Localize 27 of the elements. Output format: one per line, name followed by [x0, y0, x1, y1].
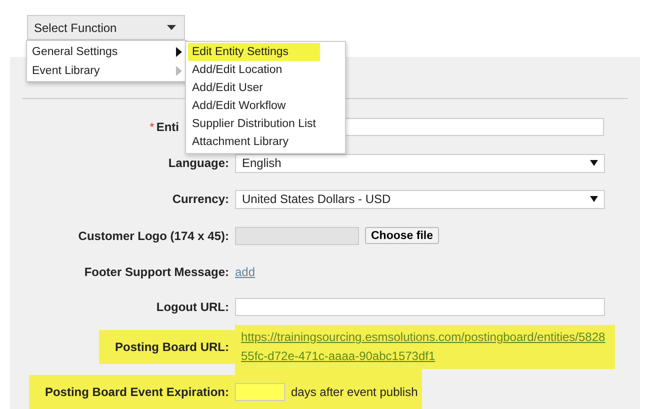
- number-field[interactable]: [235, 383, 285, 401]
- submenu-item[interactable]: Add/Edit Workflow: [188, 97, 343, 115]
- select-field[interactable]: United States Dollars - USD: [235, 190, 605, 208]
- submenu-item[interactable]: Add/Edit Location: [188, 61, 343, 79]
- submenu-item[interactable]: Supplier Distribution List: [188, 115, 343, 133]
- submenu-item[interactable]: Attachment Library: [188, 133, 343, 151]
- select-function-dropdown[interactable]: Select Function: [27, 15, 185, 40]
- field-suffix: days after event publish: [291, 385, 418, 399]
- menu-item[interactable]: Event Library: [27, 61, 186, 80]
- field-label: Currency:: [172, 192, 230, 206]
- field-label: Posting Board URL:: [99, 330, 235, 364]
- select-field[interactable]: English: [235, 154, 605, 172]
- required-asterisk: *: [150, 120, 154, 134]
- field-label: Footer Support Message:: [84, 264, 230, 278]
- caret-icon: [590, 160, 598, 166]
- field-label: Posting Board Event Expiration:: [28, 375, 235, 409]
- field-label: Language:: [168, 156, 230, 170]
- text-field[interactable]: [235, 298, 605, 316]
- field-label: Customer Logo (174 x 45):: [78, 228, 230, 242]
- menu-item[interactable]: General Settings: [27, 42, 186, 61]
- field-label: Enti: [156, 120, 180, 134]
- choose-file-button[interactable]: Choose file: [365, 227, 439, 244]
- caret-icon: [167, 25, 176, 30]
- caret-icon: [590, 196, 598, 202]
- submenu-item[interactable]: Add/Edit User: [188, 79, 343, 97]
- submenu-item[interactable]: Edit Entity Settings: [188, 43, 320, 61]
- field-label: Logout URL:: [156, 300, 230, 314]
